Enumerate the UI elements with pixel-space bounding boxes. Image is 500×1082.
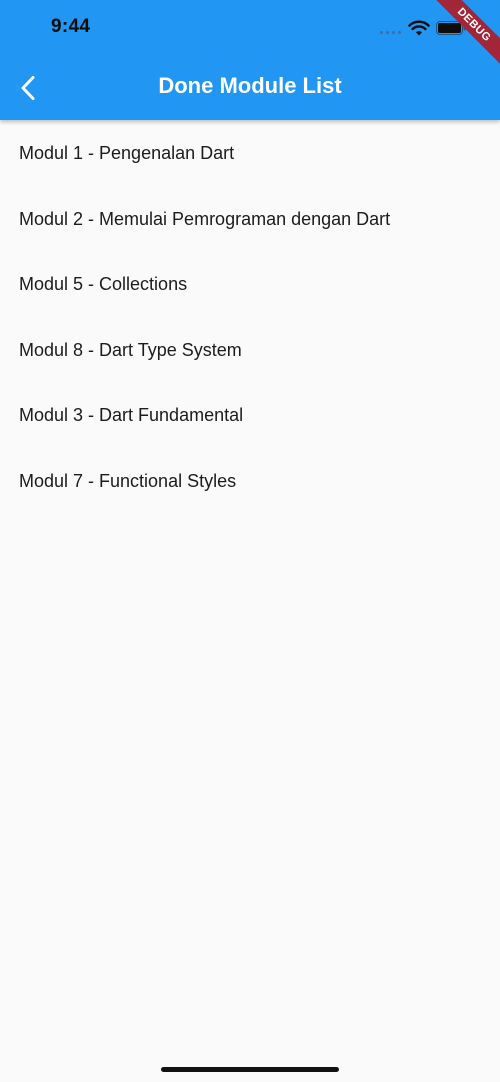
status-time: 9:44 xyxy=(51,16,91,37)
cellular-signal-icon xyxy=(380,31,402,35)
page-title: Done Module List xyxy=(158,73,342,98)
list-item[interactable]: Modul 5 - Collections xyxy=(0,251,500,317)
list-item[interactable]: Modul 3 - Dart Fundamental xyxy=(0,382,500,448)
home-indicator[interactable] xyxy=(161,1067,339,1072)
list-item[interactable]: Modul 8 - Dart Type System xyxy=(0,317,500,383)
module-list: Modul 1 - Pengenalan Dart Modul 2 - Memu… xyxy=(0,120,500,513)
app-bar: 9:44 Done Module List xyxy=(0,0,500,120)
wifi-icon xyxy=(408,20,430,36)
app-screen: 9:44 Done Module List DEBUG Modul 1 - Pe… xyxy=(0,0,500,1082)
list-item[interactable]: Modul 2 - Memulai Pemrograman dengan Dar… xyxy=(0,186,500,252)
list-item[interactable]: Modul 7 - Functional Styles xyxy=(0,448,500,514)
list-item[interactable]: Modul 1 - Pengenalan Dart xyxy=(0,120,500,186)
